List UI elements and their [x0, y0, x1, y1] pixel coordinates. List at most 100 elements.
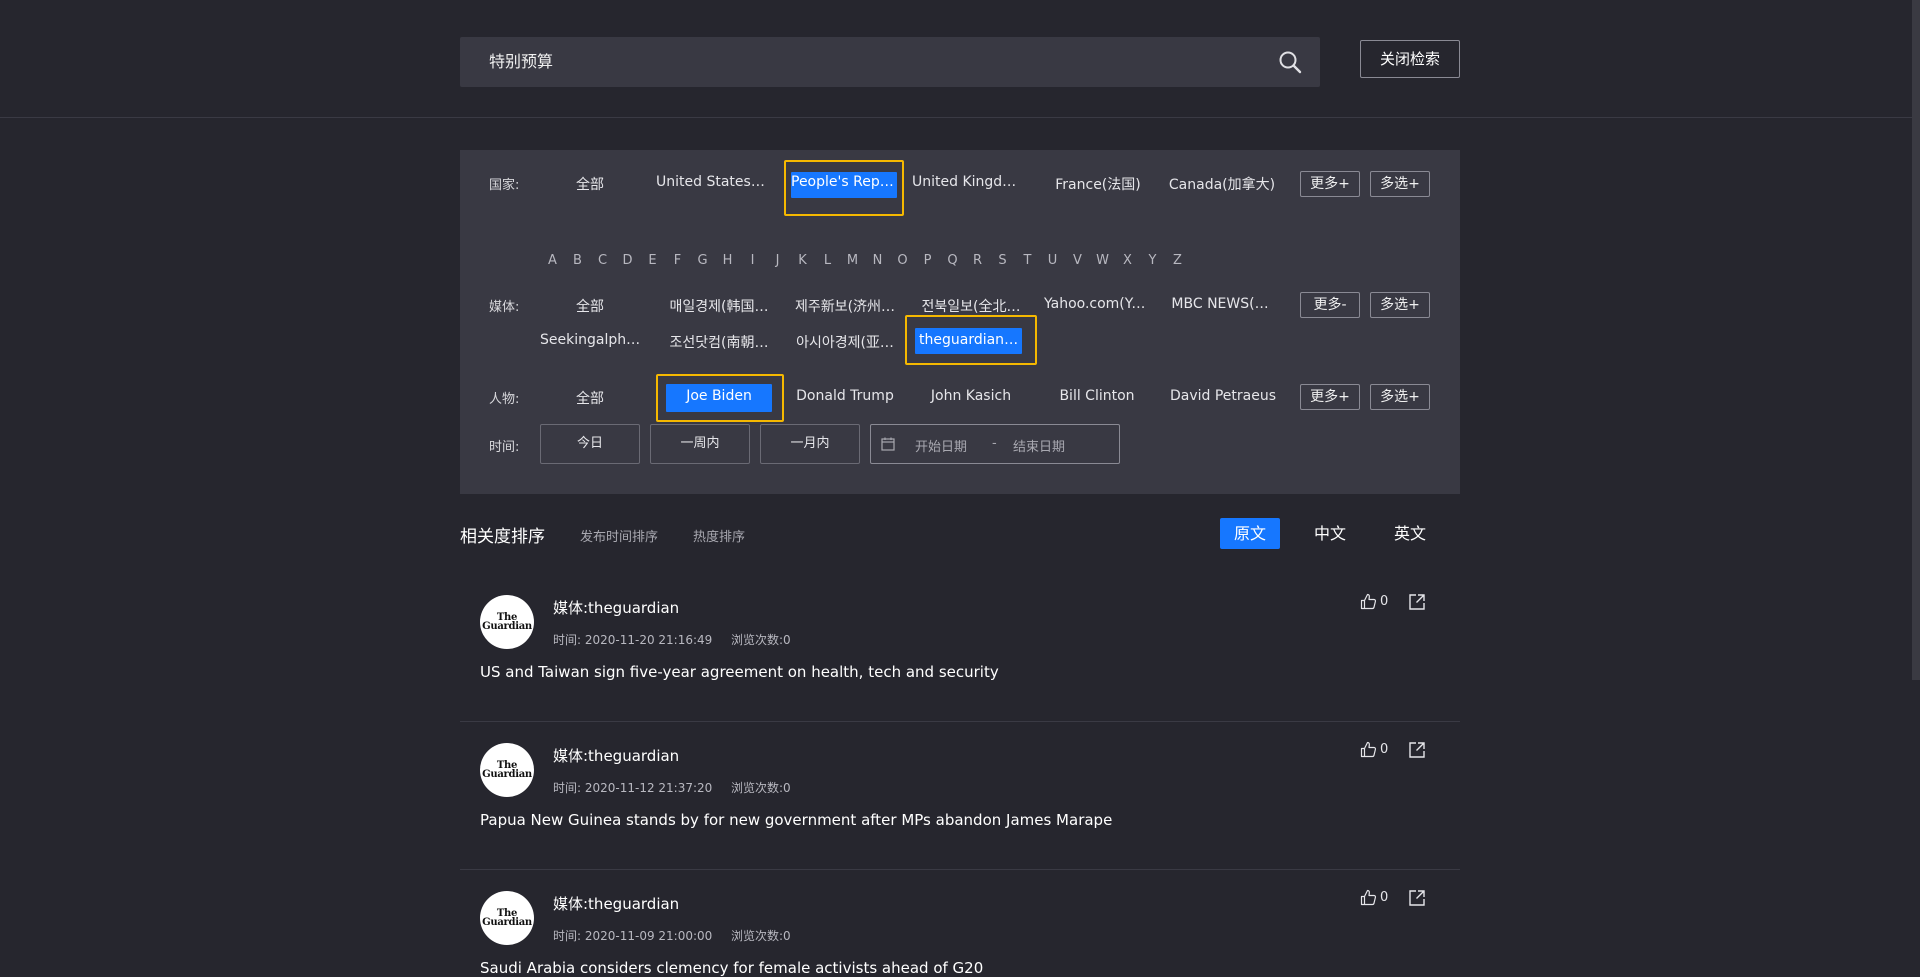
- share-icon[interactable]: [1408, 593, 1426, 611]
- lang-english-tab[interactable]: 英文: [1380, 518, 1440, 549]
- search-icon[interactable]: [1278, 50, 1302, 74]
- country-option-canada[interactable]: Canada(加拿大): [1160, 174, 1284, 194]
- person-option-john-kasich[interactable]: John Kasich: [911, 388, 1031, 404]
- guardian-logo: The Guardian: [480, 595, 534, 649]
- sort-relevance[interactable]: 相关度排序: [460, 522, 545, 547]
- media-more-button[interactable]: 更多-: [1300, 292, 1360, 318]
- time-today-button[interactable]: 今日: [540, 424, 640, 464]
- country-option-us[interactable]: United States …: [656, 174, 766, 190]
- thumbs-up-icon: [1360, 889, 1377, 906]
- top-search-bar: 特别预算 关闭检索: [0, 0, 1920, 118]
- media-option-jeju[interactable]: 제주新보(济州…: [792, 296, 898, 316]
- person-more-button[interactable]: 更多+: [1300, 384, 1360, 410]
- sort-by-time[interactable]: 发布时间排序: [580, 526, 658, 545]
- like-button[interactable]: 0: [1360, 741, 1388, 758]
- time-month-button[interactable]: 一月内: [760, 424, 860, 464]
- media-option-yahoo[interactable]: Yahoo.com(Ya…: [1044, 296, 1150, 312]
- letter-w[interactable]: W: [1090, 253, 1115, 268]
- search-input[interactable]: 特别预算: [489, 37, 553, 87]
- media-option-chosun[interactable]: 조선닷컴(南朝…: [666, 332, 772, 352]
- country-option-france[interactable]: France(法国): [1038, 174, 1158, 194]
- letter-i[interactable]: I: [740, 253, 765, 268]
- like-count: 0: [1380, 594, 1389, 609]
- share-icon[interactable]: [1408, 741, 1426, 759]
- letter-a[interactable]: A: [540, 253, 565, 268]
- article-title[interactable]: US and Taiwan sign five-year agreement o…: [480, 663, 999, 681]
- letter-j[interactable]: J: [765, 253, 790, 268]
- letter-f[interactable]: F: [665, 253, 690, 268]
- media-option-all[interactable]: 全部: [530, 296, 650, 316]
- letter-e[interactable]: E: [640, 253, 665, 268]
- lang-chinese-tab[interactable]: 中文: [1300, 518, 1360, 549]
- letter-v[interactable]: V: [1065, 253, 1090, 268]
- person-option-joe-biden[interactable]: Joe Biden: [666, 388, 772, 404]
- letter-q[interactable]: Q: [940, 253, 965, 268]
- article-title[interactable]: Papua New Guinea stands by for new gover…: [480, 811, 1112, 829]
- article-title[interactable]: Saudi Arabia considers clemency for fema…: [480, 959, 983, 977]
- letter-r[interactable]: R: [965, 253, 990, 268]
- letter-b[interactable]: B: [565, 253, 590, 268]
- letter-m[interactable]: M: [840, 253, 865, 268]
- media-option-seekingalpha[interactable]: Seekingalpha.…: [540, 332, 644, 348]
- person-option-donald-trump[interactable]: Donald Trump: [785, 388, 905, 404]
- country-more-button[interactable]: 更多+: [1300, 171, 1360, 197]
- letter-l[interactable]: L: [815, 253, 840, 268]
- letter-o[interactable]: O: [890, 253, 915, 268]
- letter-g[interactable]: G: [690, 253, 715, 268]
- page-scrollbar[interactable]: [1912, 0, 1920, 680]
- thumbs-up-icon: [1360, 593, 1377, 610]
- lang-original-tab[interactable]: 原文: [1220, 518, 1280, 549]
- person-option-bill-clinton[interactable]: Bill Clinton: [1037, 388, 1157, 404]
- close-search-button[interactable]: 关闭检索: [1360, 40, 1460, 78]
- like-button[interactable]: 0: [1360, 889, 1388, 906]
- letter-y[interactable]: Y: [1140, 253, 1165, 268]
- calendar-icon: [881, 437, 895, 451]
- media-option-maeil[interactable]: 매일경제(韩国…: [666, 296, 772, 316]
- media-option-theguardian[interactable]: theguardian(…: [919, 332, 1019, 348]
- media-option-mbc[interactable]: MBC NEWS(…: [1170, 296, 1270, 312]
- letter-d[interactable]: D: [615, 253, 640, 268]
- filter-panel: 国家: 全部 United States … People's Repu… Un…: [460, 150, 1460, 494]
- country-option-uk[interactable]: United Kingdo…: [912, 174, 1022, 190]
- country-multi-select-button[interactable]: 多选+: [1370, 171, 1430, 197]
- article-time: 时间: 2020-11-09 21:00:00: [553, 929, 713, 943]
- letter-k[interactable]: K: [790, 253, 815, 268]
- article-media: 媒体:theguardian: [553, 747, 680, 765]
- like-count: 0: [1380, 890, 1389, 905]
- sort-by-heat[interactable]: 热度排序: [693, 526, 745, 545]
- letter-x[interactable]: X: [1115, 253, 1140, 268]
- media-label: 媒体:: [489, 300, 520, 315]
- person-multi-select-button[interactable]: 多选+: [1370, 384, 1430, 410]
- guardian-logo: The Guardian: [480, 743, 534, 797]
- like-button[interactable]: 0: [1360, 593, 1388, 610]
- article-item[interactable]: The Guardian 媒体:theguardian 时间: 2020-11-…: [460, 573, 1460, 722]
- letter-n[interactable]: N: [865, 253, 890, 268]
- date-separator: -: [992, 436, 997, 451]
- letter-h[interactable]: H: [715, 253, 740, 268]
- end-date-input[interactable]: 结束日期: [1013, 436, 1065, 455]
- time-label: 时间:: [489, 440, 520, 455]
- letter-t[interactable]: T: [1015, 253, 1040, 268]
- letter-p[interactable]: P: [915, 253, 940, 268]
- article-item[interactable]: The Guardian 媒体:theguardian 时间: 2020-11-…: [460, 869, 1460, 977]
- media-multi-select-button[interactable]: 多选+: [1370, 292, 1430, 318]
- letter-c[interactable]: C: [590, 253, 615, 268]
- article-item[interactable]: The Guardian 媒体:theguardian 时间: 2020-11-…: [460, 721, 1460, 870]
- guardian-logo: The Guardian: [480, 891, 534, 945]
- media-option-asiae[interactable]: 아시아경제(亚…: [792, 332, 898, 352]
- media-option-jeonbuk[interactable]: 전북일보(全北…: [918, 296, 1024, 316]
- sort-bar: 相关度排序 发布时间排序 热度排序 原文 中文 英文: [460, 518, 1460, 550]
- person-option-david-petraeus[interactable]: David Petraeus: [1163, 388, 1283, 404]
- start-date-input[interactable]: 开始日期: [915, 436, 967, 455]
- time-week-button[interactable]: 一周内: [650, 424, 750, 464]
- letter-s[interactable]: S: [990, 253, 1015, 268]
- search-box[interactable]: 特别预算: [460, 37, 1320, 87]
- person-option-all[interactable]: 全部: [530, 388, 650, 408]
- date-range-picker[interactable]: 开始日期 - 结束日期: [870, 424, 1120, 464]
- letter-z[interactable]: Z: [1165, 253, 1190, 268]
- letter-u[interactable]: U: [1040, 253, 1065, 268]
- like-count: 0: [1380, 742, 1389, 757]
- share-icon[interactable]: [1408, 889, 1426, 907]
- country-option-prc[interactable]: People's Repu…: [791, 174, 897, 190]
- country-option-all[interactable]: 全部: [530, 174, 650, 194]
